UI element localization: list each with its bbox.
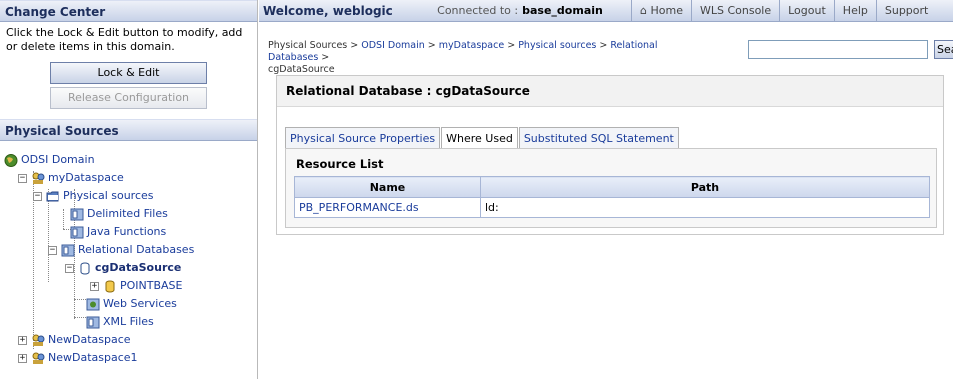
tree-node-physical-sources[interactable]: − Physical sources — [33, 188, 154, 204]
tree-node-delimited-files[interactable]: Delimited Files — [70, 206, 168, 222]
physical-sources-header: Physical Sources — [0, 119, 257, 141]
tree-node-xml-files[interactable]: XML Files — [86, 314, 154, 330]
support-link[interactable]: Support — [875, 0, 936, 22]
breadcrumb-item[interactable]: myDataspace — [439, 40, 504, 51]
content-panel: Relational Database : cgDataSource Physi… — [276, 75, 944, 235]
cell-name: PB_PERFORMANCE.ds — [294, 197, 481, 218]
collapse-icon[interactable]: − — [18, 173, 27, 183]
search-button[interactable]: Search — [934, 40, 953, 59]
database-icon — [78, 262, 92, 275]
left-panel: Change Center Click the Lock & Edit butt… — [0, 0, 258, 379]
connection-status: Connected to : base_domain — [409, 4, 631, 17]
tab-physical-source-properties[interactable]: Physical Source Properties — [285, 127, 441, 149]
home-label: Home — [650, 3, 683, 17]
breadcrumb-current: cgDataSource — [268, 64, 335, 75]
tab-bar: Physical Source Properties Where Used Su… — [285, 127, 680, 149]
breadcrumb-item[interactable]: ODSI Domain — [361, 40, 425, 51]
tree-node-web-services[interactable]: Web Services — [86, 296, 177, 312]
collapse-icon[interactable]: − — [65, 263, 74, 273]
search-input[interactable] — [748, 40, 928, 59]
column-header-name[interactable]: Name — [294, 176, 481, 198]
dataspace-icon — [31, 334, 45, 347]
home-icon: ⌂ — [640, 3, 647, 17]
resource-link[interactable]: PB_PERFORMANCE.ds — [299, 201, 419, 214]
table-row: PB_PERFORMANCE.ds ld: — [294, 197, 930, 218]
data-source-icon — [61, 244, 75, 257]
breadcrumb-item[interactable]: Physical sources — [518, 40, 596, 51]
change-center-body: Click the Lock & Edit button to modify, … — [0, 22, 257, 113]
tree-node-java-functions[interactable]: Java Functions — [70, 224, 166, 240]
page-title: Relational Database : cgDataSource — [277, 76, 943, 107]
globe-icon — [4, 153, 18, 167]
collapse-icon[interactable]: − — [48, 245, 57, 255]
breadcrumb-separator: > — [424, 40, 439, 51]
breadcrumb-separator: > — [347, 40, 362, 51]
expand-icon[interactable]: + — [18, 353, 27, 363]
welcome-text: Welcome, weblogic — [263, 3, 393, 18]
folder-icon — [46, 190, 60, 203]
tab-content: Resource List Name Path PB_PERFORMANCE.d… — [285, 148, 937, 228]
data-source-icon — [86, 298, 100, 311]
help-link[interactable]: Help — [833, 0, 876, 22]
connected-label: Connected to : — [437, 4, 519, 17]
expand-icon[interactable]: + — [90, 281, 99, 291]
data-source-icon — [86, 316, 100, 329]
column-header-path[interactable]: Path — [480, 176, 930, 198]
wls-console-link[interactable]: WLS Console — [690, 0, 779, 22]
physical-sources-tree: ODSI Domain − myDataspace − Physical sou… — [0, 141, 257, 371]
home-link[interactable]: ⌂ Home — [631, 0, 691, 22]
database-icon — [103, 280, 117, 293]
data-source-icon — [70, 208, 84, 221]
tree-node-newdataspace[interactable]: + NewDataspace — [18, 332, 131, 348]
breadcrumb-separator: > — [596, 40, 611, 51]
release-configuration-button[interactable]: Release Configuration — [50, 87, 207, 109]
breadcrumb-separator: > — [318, 52, 330, 63]
domain-name: base_domain — [522, 4, 603, 17]
tab-substituted-sql[interactable]: Substituted SQL Statement — [518, 127, 679, 149]
expand-icon[interactable]: + — [18, 335, 27, 345]
resource-table: Name Path PB_PERFORMANCE.ds ld: — [294, 176, 930, 218]
dataspace-icon — [31, 172, 45, 185]
lock-edit-button[interactable]: Lock & Edit — [50, 62, 207, 84]
resource-list-title: Resource List — [296, 157, 384, 171]
cell-path: ld: — [480, 197, 930, 218]
top-bar: Welcome, weblogic Connected to : base_dom… — [259, 0, 953, 22]
breadcrumb-separator: > — [504, 40, 519, 51]
tree-node-relational-databases[interactable]: − Relational Databases — [48, 242, 194, 258]
data-source-icon — [70, 226, 84, 239]
change-center-message: Click the Lock & Edit button to modify, … — [6, 26, 243, 53]
breadcrumb: Physical Sources > ODSI Domain > myDatas… — [268, 40, 698, 76]
tree-node-newdataspace1[interactable]: + NewDataspace1 — [18, 350, 138, 366]
breadcrumb-item[interactable]: Physical Sources — [268, 40, 347, 51]
tab-where-used[interactable]: Where Used — [441, 127, 518, 149]
collapse-icon[interactable]: − — [33, 191, 42, 201]
change-center-header: Change Center — [0, 0, 257, 22]
tree-node-mydataspace[interactable]: − myDataspace — [18, 170, 124, 186]
logout-link[interactable]: Logout — [779, 0, 834, 22]
dataspace-icon — [31, 352, 45, 365]
tree-node-cgdatasource[interactable]: − cgDataSource — [65, 260, 181, 276]
tree-node-odsi-domain[interactable]: ODSI Domain — [4, 152, 95, 168]
tree-node-pointbase[interactable]: + POINTBASE — [90, 278, 183, 294]
